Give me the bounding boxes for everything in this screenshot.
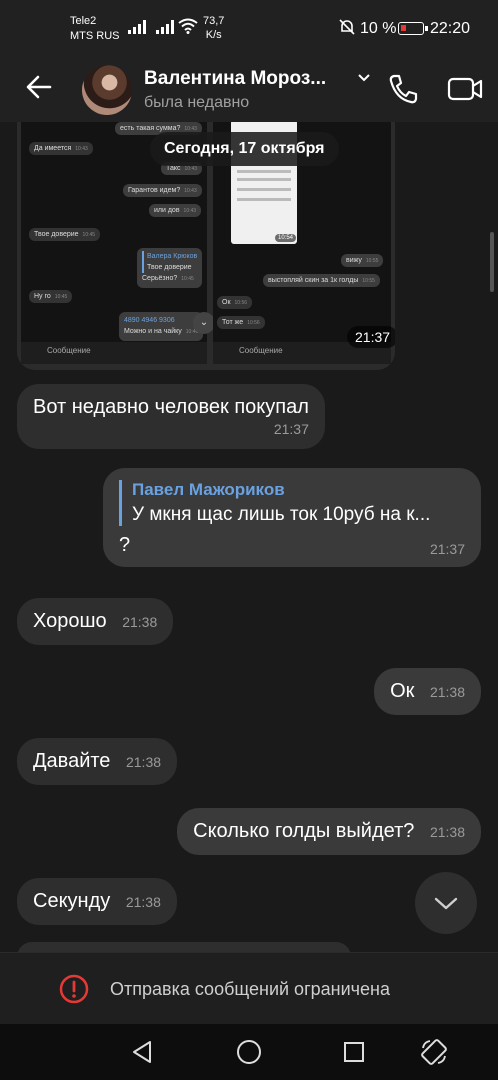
- message-bubble[interactable]: Вот недавно человек покупал 21:37: [17, 384, 325, 449]
- message-text: Ок: [390, 680, 415, 702]
- chat-header: Валентина Мороз... была недавно: [0, 56, 498, 122]
- message-time: 21:38: [429, 684, 465, 700]
- battery-percent: 10 %: [360, 20, 397, 37]
- message-bubble[interactable]: Давайте 21:38: [17, 738, 178, 785]
- warning-icon: [59, 974, 89, 1004]
- video-camera-icon[interactable]: [446, 72, 484, 106]
- restricted-notice-bar: Отправка сообщений ограничена: [0, 952, 498, 1024]
- mini-message: Тот же 10:56: [217, 316, 265, 329]
- contact-name[interactable]: Валентина Мороз...: [144, 68, 348, 90]
- phone-icon[interactable]: [386, 72, 420, 106]
- message-bubble[interactable]: Сколько голды выйдет? 21:38: [177, 808, 481, 855]
- message-bubble[interactable]: Ок 21:38: [374, 668, 481, 715]
- message-time: 21:37: [273, 421, 309, 437]
- last-seen-status: была недавно: [144, 94, 250, 111]
- scrollbar[interactable]: [490, 232, 494, 292]
- chevron-down-icon[interactable]: [356, 70, 372, 86]
- nav-home-icon[interactable]: [235, 1038, 263, 1066]
- message-text: Вот недавно человек покупал: [33, 396, 309, 418]
- message-bubble[interactable]: Секунду 21:38: [17, 878, 177, 925]
- photo-time: 21:37: [347, 326, 395, 348]
- message-time: 21:38: [122, 614, 158, 630]
- mini-input-left: Сообщение: [21, 342, 207, 364]
- mini-message: вижу 10:55: [341, 254, 384, 267]
- message-text: ?: [119, 534, 131, 556]
- message-time: 21:37: [429, 541, 465, 557]
- carrier-info: Tele2 MTS RUS: [70, 14, 120, 44]
- message-bubble-reply[interactable]: Павел Мажориков У мкня щас лишь ток 10ру…: [103, 468, 481, 567]
- mini-message: Ну го 10:45: [29, 290, 73, 303]
- mini-scroll-icon: ⌄: [193, 312, 215, 334]
- reply-author: Павел Мажориков: [132, 480, 285, 499]
- restricted-text: Отправка сообщений ограничена: [110, 979, 390, 999]
- mini-message: Гарантов идем? 10:43: [123, 184, 202, 197]
- mini-message: или дов 10:43: [149, 204, 202, 217]
- network-speed-unit: K/s: [205, 29, 222, 41]
- message-time: 21:38: [429, 824, 465, 840]
- signal-icon-2: [156, 20, 174, 34]
- scroll-down-button[interactable]: [415, 872, 477, 934]
- back-arrow-icon[interactable]: [22, 70, 56, 104]
- date-separator: Сегодня, 17 октября: [150, 132, 339, 166]
- system-nav-bar: [0, 1024, 498, 1080]
- network-speed-value: 73,7: [203, 15, 225, 27]
- network-speed: 73,7 K/s: [203, 14, 224, 42]
- chat-messages[interactable]: есть такая сумма? 10:43 Да имеется 10:43 Т…: [0, 122, 498, 952]
- message-bubble-partial[interactable]: [17, 942, 351, 952]
- status-bar: Tele2 MTS RUS 73,7 K/s 10 % 22:20: [0, 0, 498, 56]
- bell-off-icon: [339, 19, 355, 35]
- message-text: Хорошо: [33, 610, 107, 632]
- wifi-icon: [178, 18, 198, 34]
- avatar[interactable]: [82, 65, 132, 115]
- signal-icon-1: [128, 20, 146, 34]
- message-bubble[interactable]: Хорошо 21:38: [17, 598, 174, 645]
- mini-message: выстопляй скин за 1к голды 10:55: [263, 274, 380, 287]
- mini-message: 4890 4946 9306 Можно и на чайку 10:46: [119, 312, 204, 341]
- mini-message: Ок 10:56: [217, 296, 253, 309]
- scroll-down-icon: [434, 897, 458, 910]
- carrier-1: Tele2: [70, 15, 97, 27]
- battery-icon: [398, 22, 428, 35]
- message-text: Сколько голды выйдет?: [193, 820, 415, 842]
- message-time: 21:38: [125, 894, 161, 910]
- reply-quote[interactable]: Павел Мажориков У мкня щас лишь ток 10ру…: [119, 480, 465, 526]
- mini-message: Твое доверие 10:45: [29, 228, 101, 241]
- carrier-2: MTS RUS: [70, 30, 120, 42]
- message-text: Давайте: [33, 750, 111, 772]
- mini-message: Да имеется 10:43: [29, 142, 93, 155]
- mini-reply-message: Валера Крюков Твое доверие Серьёзно? 10:4…: [137, 248, 203, 288]
- rotate-icon[interactable]: [420, 1038, 448, 1066]
- reply-text: У мкня щас лишь ток 10руб на к...: [132, 504, 431, 525]
- nav-recents-icon[interactable]: [340, 1038, 368, 1066]
- clock: 22:20: [430, 20, 471, 37]
- nav-back-icon[interactable]: [128, 1038, 156, 1066]
- message-time: 21:38: [125, 754, 162, 770]
- mini-time: 10:54: [275, 234, 297, 242]
- message-text: Секунду: [33, 890, 111, 912]
